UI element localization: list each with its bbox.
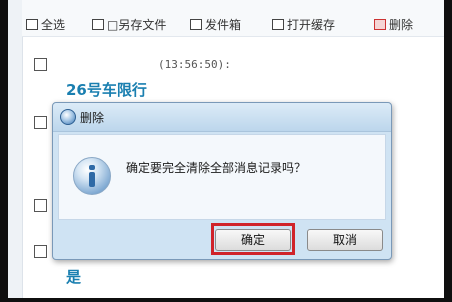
toolbar-select-all[interactable]: 全选 — [26, 16, 65, 36]
dialog-title: 删除 — [80, 111, 105, 125]
app-icon — [60, 109, 76, 125]
message-checkbox[interactable] — [34, 58, 47, 71]
dialog-titlebar[interactable]: 删除 — [53, 103, 391, 132]
message-timestamp: (13:56:50): — [158, 58, 231, 71]
message-content: 26号车限行 — [66, 81, 147, 99]
toolbar-save-file-label: □另存文件 — [107, 18, 167, 32]
dialog-message: 确定要完全清除全部消息记录吗？ — [126, 161, 307, 175]
checkbox-icon — [26, 19, 38, 30]
window-frame-bottom — [0, 298, 452, 302]
delete-confirm-dialog: 删除 确定要完全清除全部消息记录吗？ 确定 取消 — [52, 102, 392, 260]
outbox-icon — [190, 19, 202, 30]
toolbar-outbox-label: 发件箱 — [205, 18, 242, 32]
info-icon-dot — [89, 165, 95, 170]
toolbar-delete[interactable]: 删除 — [374, 16, 413, 36]
ok-button[interactable]: 确定 — [215, 229, 291, 251]
info-icon — [73, 157, 111, 195]
dialog-body: 确定要完全清除全部消息记录吗？ — [58, 134, 386, 220]
left-gutter — [8, 0, 23, 298]
toolbar-delete-label: 删除 — [389, 18, 414, 32]
info-icon-stem — [89, 172, 95, 187]
delete-icon — [374, 19, 386, 30]
cancel-button[interactable]: 取消 — [307, 229, 383, 251]
toolbar-select-all-label: 全选 — [41, 18, 66, 32]
window-frame-left — [0, 0, 8, 302]
message-content: 是 — [66, 268, 82, 286]
save-icon — [92, 19, 104, 30]
message-checkbox[interactable] — [34, 116, 47, 129]
message-checkbox[interactable] — [34, 245, 47, 258]
message-checkbox[interactable] — [34, 199, 47, 212]
toolbar: 全选 □另存文件 发件箱 打开缓存 删除 — [22, 0, 444, 37]
toolbar-open-cache[interactable]: 打开缓存 — [272, 16, 335, 36]
window-frame-right — [444, 0, 452, 302]
toolbar-outbox[interactable]: 发件箱 — [190, 16, 241, 36]
toolbar-save-file[interactable]: □另存文件 — [92, 16, 166, 36]
folder-icon — [272, 19, 284, 30]
toolbar-open-cache-label: 打开缓存 — [287, 18, 336, 32]
